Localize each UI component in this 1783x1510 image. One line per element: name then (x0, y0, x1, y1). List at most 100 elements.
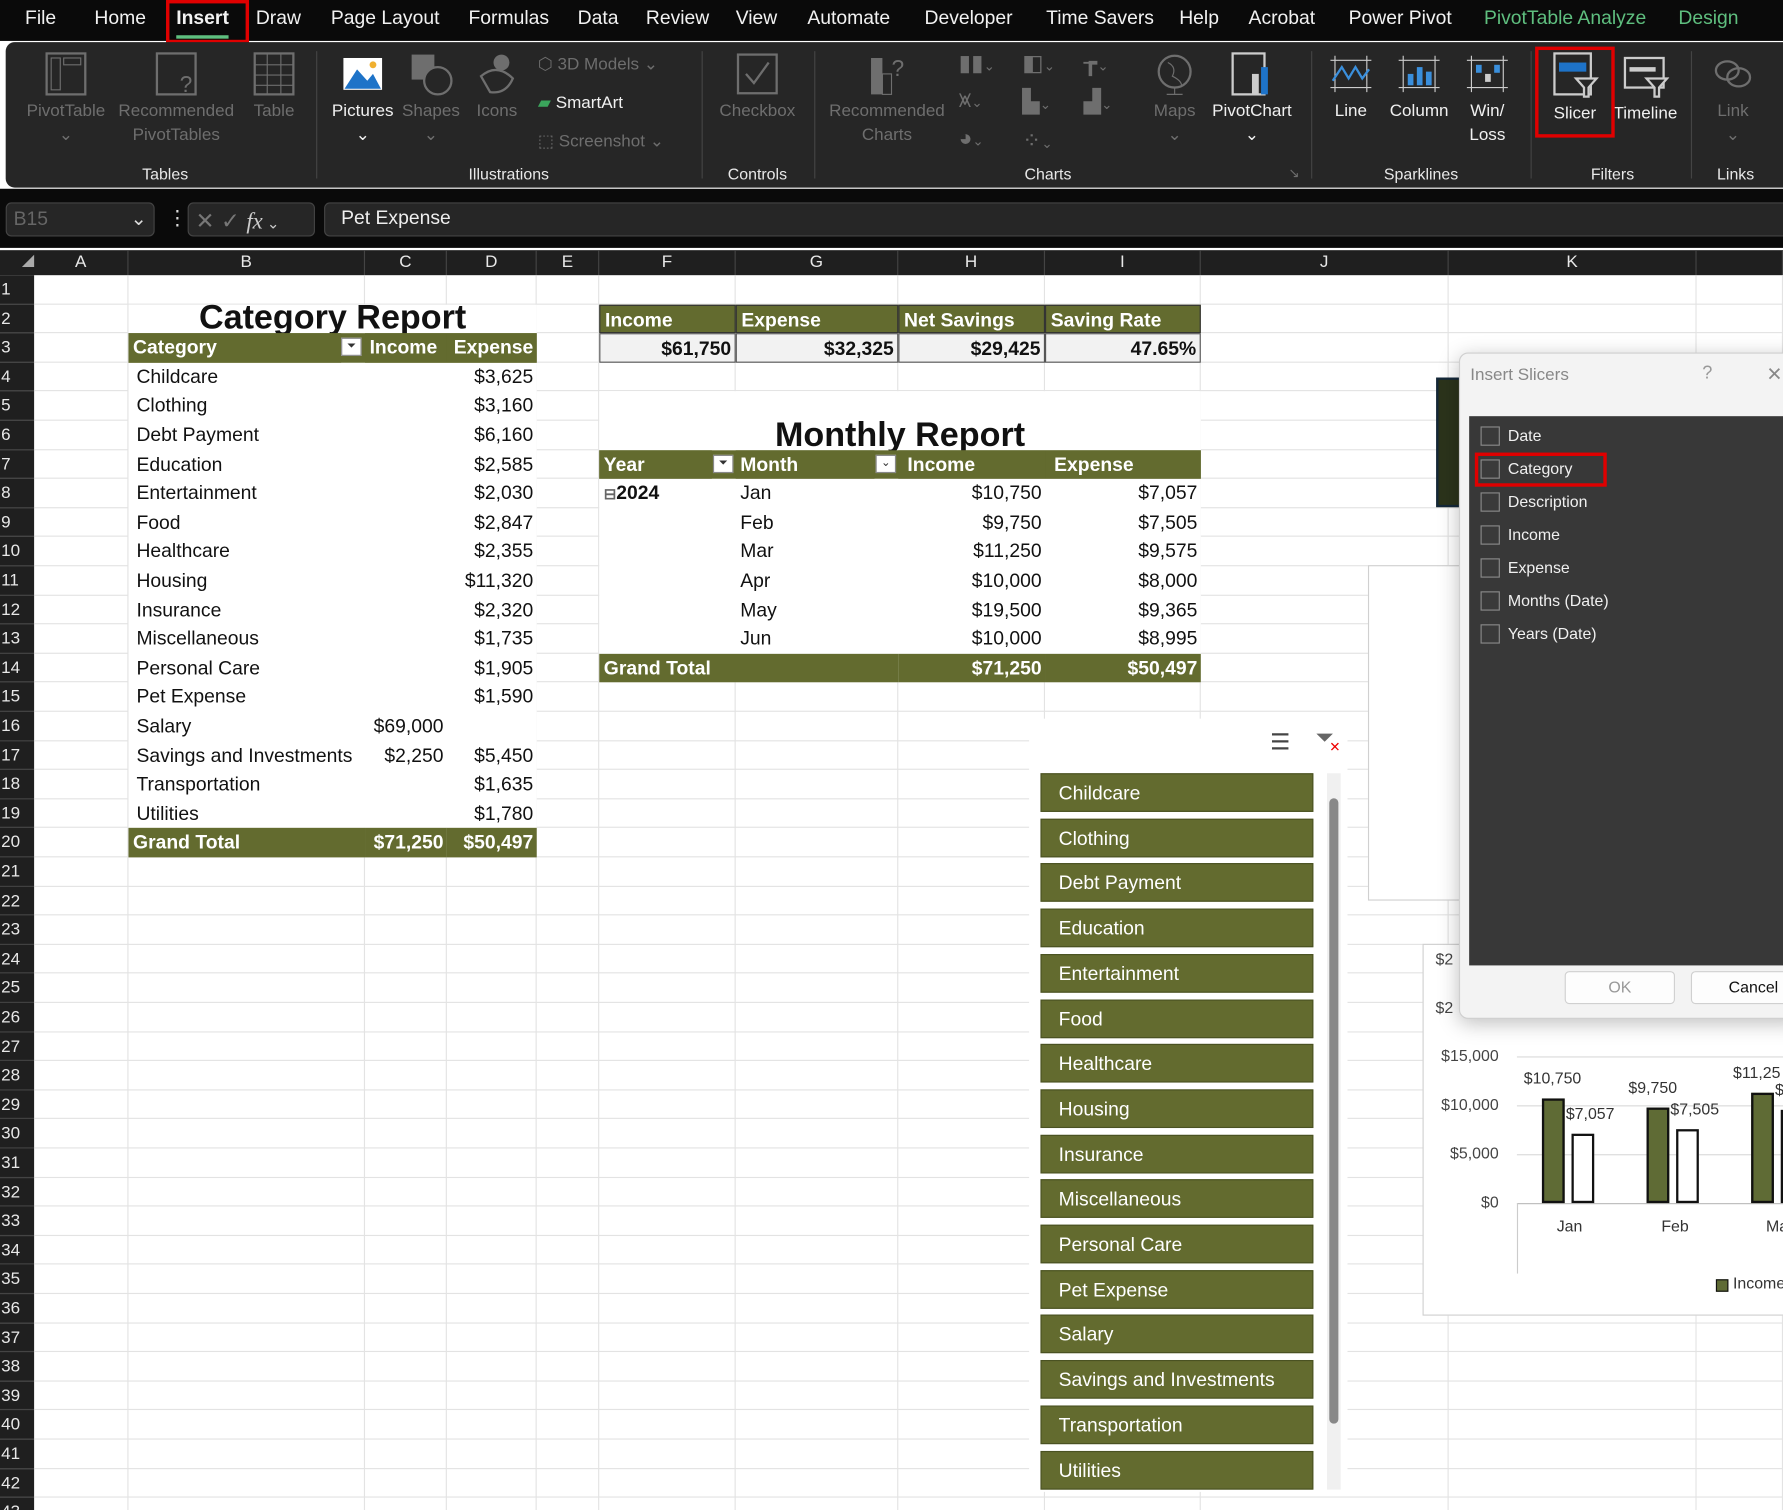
category-income[interactable] (365, 654, 447, 683)
month-name[interactable]: Jun (736, 624, 899, 653)
cancel-icon[interactable]: ✕ (196, 209, 215, 234)
column-header[interactable]: E (537, 250, 600, 276)
slicer-item[interactable]: Entertainment (1040, 953, 1314, 993)
tab-help[interactable]: Help (1179, 7, 1219, 30)
summary-value[interactable]: $32,325 (735, 333, 899, 363)
tab-data[interactable]: Data (578, 7, 619, 30)
slicer-item[interactable]: Pet Expense (1040, 1269, 1314, 1309)
category-name[interactable]: Healthcare (128, 537, 365, 566)
grand-total-label[interactable]: Grand Total (128, 828, 366, 858)
row-header[interactable]: 8 (0, 478, 35, 509)
year-cell[interactable]: ⊟2024 (599, 479, 735, 508)
row-header[interactable]: 16 (0, 711, 35, 741)
category-income[interactable]: $69,000 (365, 712, 447, 741)
category-expense[interactable]: $5,450 (447, 741, 537, 770)
formula-input[interactable]: Pet Expense (324, 202, 1783, 237)
header-year[interactable]: Year (599, 449, 712, 479)
row-header[interactable]: 19 (0, 799, 35, 829)
row-header[interactable]: 27 (0, 1032, 35, 1062)
row-header[interactable]: 17 (0, 740, 35, 771)
field-checkbox[interactable] (1480, 426, 1500, 446)
row-header[interactable]: 26 (0, 1002, 35, 1033)
header-expense[interactable]: Expense (1045, 449, 1201, 479)
row-header[interactable]: 14 (0, 653, 35, 683)
category-name[interactable]: Transportation (128, 770, 365, 799)
category-name[interactable]: Clothing (128, 392, 365, 421)
column-header[interactable]: C (365, 250, 447, 276)
header-income[interactable]: Income (365, 333, 447, 363)
field-label[interactable]: Months (Date) (1508, 591, 1609, 609)
month-income[interactable]: $9,750 (898, 508, 1045, 537)
row-header[interactable]: 4 (0, 362, 35, 392)
slicer-item[interactable]: Salary (1040, 1314, 1314, 1354)
bar-income[interactable] (1541, 1097, 1565, 1204)
field-checkbox[interactable] (1480, 624, 1500, 644)
month-expense[interactable]: $8,000 (1045, 566, 1201, 595)
more-options-icon[interactable]: ⋮ (167, 207, 187, 231)
category-income[interactable] (365, 595, 447, 624)
slicer-item[interactable]: Savings and Investments (1040, 1360, 1314, 1399)
row-header[interactable]: 10 (0, 537, 35, 567)
shapes-button[interactable]: Shapes ⌄ (400, 51, 461, 147)
chart-object[interactable] (1367, 565, 1473, 901)
category-name[interactable]: Childcare (128, 363, 365, 392)
row-header[interactable]: 6 (0, 420, 35, 450)
header-category[interactable]: Category (128, 333, 342, 363)
slicer-item[interactable]: Miscellaneous (1040, 1179, 1314, 1219)
category-expense[interactable]: $2,320 (447, 595, 537, 624)
row-header[interactable]: 37 (0, 1323, 35, 1353)
category-expense[interactable]: $2,355 (447, 537, 537, 566)
row-header[interactable]: 30 (0, 1119, 35, 1149)
tab-developer[interactable]: Developer (924, 7, 1012, 30)
hierarchy-chart-button[interactable]: ◧⌄ (1022, 49, 1055, 77)
category-income[interactable] (365, 683, 447, 712)
row-header[interactable]: 12 (0, 595, 35, 625)
slicer-item[interactable]: Food (1040, 998, 1314, 1038)
row-header[interactable]: 20 (0, 828, 35, 858)
row-header[interactable]: 36 (0, 1294, 35, 1324)
field-label[interactable]: Description (1508, 492, 1588, 510)
row-header[interactable]: 42 (0, 1468, 35, 1498)
category-expense[interactable]: $1,735 (447, 624, 537, 653)
category-expense[interactable]: $1,590 (447, 683, 537, 712)
row-header[interactable]: 2 (0, 304, 35, 334)
field-label[interactable]: Income (1508, 525, 1560, 543)
tab-automate[interactable]: Automate (807, 7, 890, 30)
category-income[interactable] (365, 537, 447, 566)
tab-draw[interactable]: Draw (256, 7, 301, 30)
row-header[interactable]: 25 (0, 973, 35, 1003)
year-filter-button[interactable]: ⏷ (712, 454, 734, 473)
month-income[interactable]: $10,750 (898, 479, 1045, 508)
row-header[interactable]: 18 (0, 770, 35, 800)
monthly-grand-total-expense[interactable]: $50,497 (1045, 653, 1201, 683)
field-label[interactable]: Expense (1508, 558, 1570, 576)
month-name[interactable]: Feb (736, 508, 899, 537)
field-checkbox[interactable] (1480, 525, 1500, 545)
monthly-header-row[interactable] (599, 449, 1201, 479)
category-expense[interactable]: $2,847 (447, 508, 537, 537)
row-header[interactable]: 7 (0, 449, 35, 479)
row-header[interactable]: 43 (0, 1497, 35, 1510)
field-checkbox[interactable] (1480, 492, 1500, 512)
category-income[interactable] (365, 508, 447, 537)
line-chart-button[interactable]: ⩙⌄ (959, 88, 983, 114)
3d-models-button[interactable]: ⬡ 3D Models ⌄ (538, 53, 658, 74)
month-filter-button[interactable]: ⌄ (875, 454, 897, 473)
column-header[interactable]: F (599, 250, 736, 276)
row-header[interactable]: 11 (0, 566, 35, 596)
clear-filter-icon[interactable]: ⏷ ✕ (1316, 725, 1341, 755)
combo-chart-button[interactable]: ▟⌄ (1084, 88, 1113, 116)
tab-pivottable-analyze[interactable]: PivotTable Analyze (1484, 7, 1646, 30)
pivotchart-button[interactable]: PivotChart ⌄ (1209, 51, 1295, 147)
category-expense[interactable]: $1,635 (447, 770, 537, 799)
smartart-button[interactable]: ▰ SmartArt (538, 92, 623, 112)
slicer-item[interactable]: Debt Payment (1040, 863, 1314, 903)
row-header[interactable]: 39 (0, 1381, 35, 1411)
summary-value[interactable]: $61,750 (599, 333, 736, 363)
slicer-item[interactable]: Education (1040, 908, 1314, 948)
row-header[interactable]: 29 (0, 1090, 35, 1120)
field-checkbox[interactable] (1480, 558, 1500, 578)
category-expense[interactable]: $1,780 (447, 799, 537, 828)
row-header[interactable]: 22 (0, 886, 35, 916)
sparkline-line-button[interactable]: Line (1325, 51, 1377, 123)
